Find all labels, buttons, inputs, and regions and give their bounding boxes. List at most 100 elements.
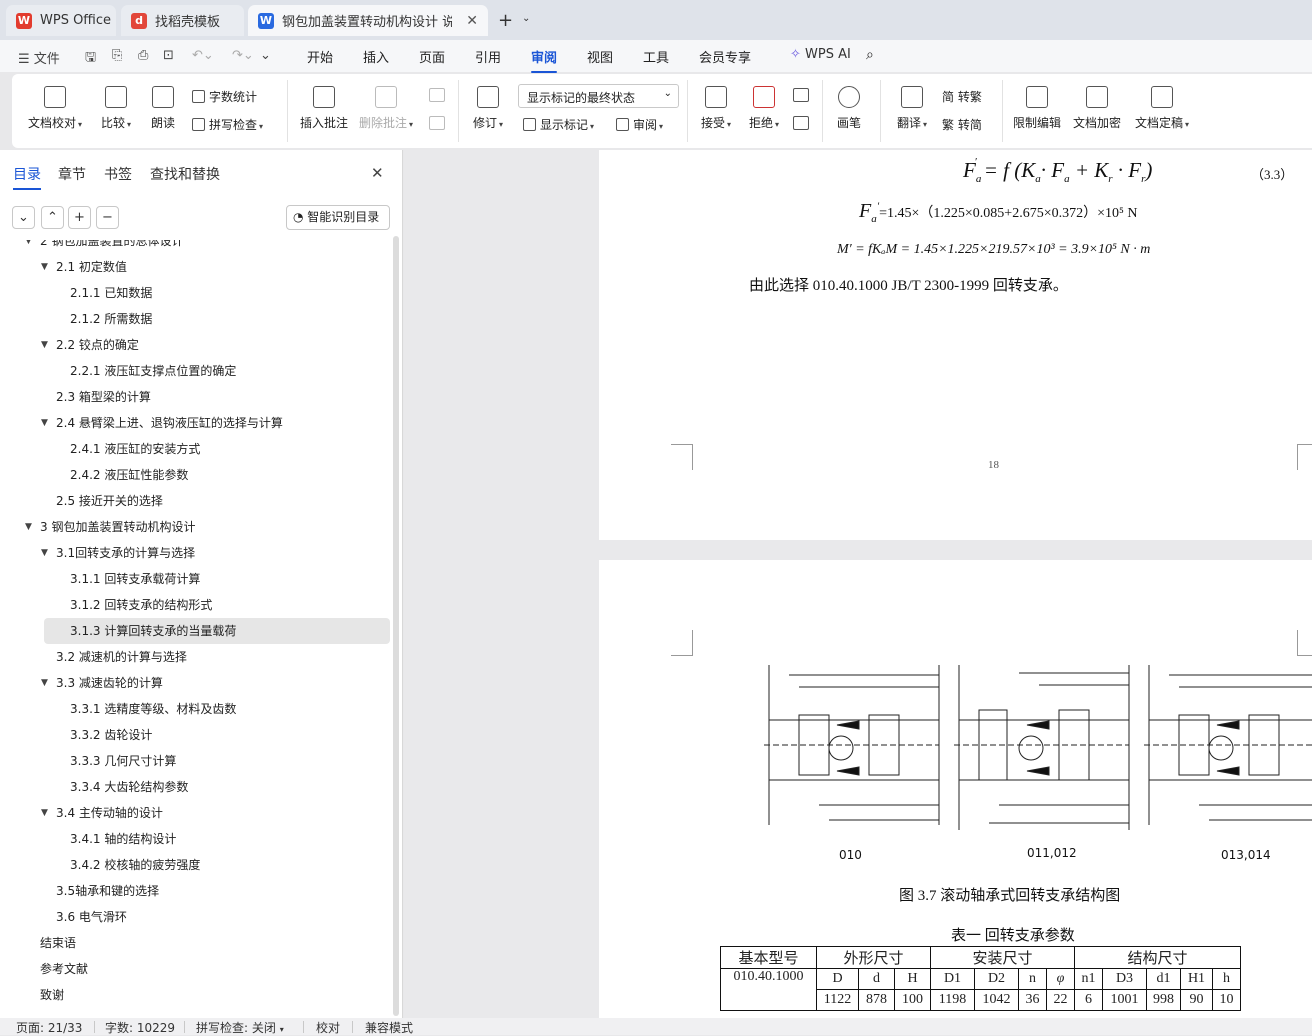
toc-item[interactable]: 2.2.1 液压缸支撑点位置的确定	[0, 358, 390, 384]
tab-find-replace[interactable]: 查找和替换	[150, 164, 220, 184]
next-change-icon[interactable]	[793, 116, 809, 130]
undo-icon[interactable]: ↶⌄	[192, 48, 214, 63]
collapse-up-icon[interactable]: ⌃	[41, 206, 64, 229]
toc-item[interactable]: ▼ 2 钢包加盖装置的总体设计	[0, 240, 390, 254]
spell-check-status[interactable]: 拼写检查: 关闭 ▾	[196, 1019, 284, 1036]
prev-comment-icon[interactable]	[429, 88, 445, 102]
expand-arrow-icon[interactable]: ▼	[41, 670, 48, 696]
spell-check-button[interactable]: 拼写检查 ▾	[192, 116, 263, 133]
toc-item[interactable]: 参考文献	[0, 956, 390, 982]
tab-wps-office[interactable]: W WPS Office	[6, 5, 116, 36]
toc-item[interactable]: 3.3.1 选精度等级、材料及齿数	[0, 696, 390, 722]
show-markup-button[interactable]: 显示标记 ▾	[523, 116, 594, 133]
tab-bookmarks[interactable]: 书签	[104, 164, 132, 184]
print-icon[interactable]: ⎙	[138, 48, 148, 63]
review-pane-button[interactable]: 审阅 ▾	[616, 116, 663, 133]
toc-item[interactable]: ▼ 3 钢包加盖装置转动机构设计	[0, 514, 390, 540]
tab-toc[interactable]: 目录	[13, 164, 41, 190]
tab-sections[interactable]: 章节	[58, 164, 86, 184]
doc-check-button[interactable]: 文档校对 ▾	[26, 86, 84, 131]
smart-toc-button[interactable]: ◔ 智能识别目录	[286, 205, 390, 230]
next-comment-icon[interactable]	[429, 116, 445, 130]
close-tab-icon[interactable]: ✕	[466, 13, 478, 29]
menu-membership[interactable]: 会员专享	[699, 47, 751, 66]
tab-document[interactable]: W 钢包加盖装置转动机构设计 说 ✕	[248, 5, 488, 36]
toc-item[interactable]: ▼ 2.4 悬臂梁上进、退钩液压缸的选择与计算	[0, 410, 390, 436]
expand-arrow-icon[interactable]: ▼	[41, 410, 48, 436]
redo-icon[interactable]: ↷⌄	[232, 48, 254, 63]
word-count-indicator[interactable]: 字数: 10229	[105, 1019, 175, 1036]
toc-item[interactable]: 3.1.2 回转支承的结构形式	[0, 592, 390, 618]
new-tab-icon[interactable]: +	[498, 10, 513, 31]
markup-mode-select[interactable]: 显示标记的最终状态 ⌄	[518, 84, 679, 108]
pen-button[interactable]: 画笔	[834, 86, 864, 131]
expand-arrow-icon[interactable]: ▼	[25, 240, 32, 254]
simplified-to-traditional-button[interactable]: 简 转繁	[942, 88, 982, 105]
remove-heading-icon[interactable]: −	[96, 206, 119, 229]
delete-comment-button[interactable]: 删除批注 ▾	[358, 86, 414, 131]
toc-item[interactable]: 2.3 箱型梁的计算	[0, 384, 390, 410]
page-indicator[interactable]: 页面: 21/33	[16, 1019, 82, 1036]
toc-item[interactable]: 3.2 减速机的计算与选择	[0, 644, 390, 670]
expand-arrow-icon[interactable]: ▼	[41, 540, 48, 566]
toc-item[interactable]: 3.6 电气滑环	[0, 904, 390, 930]
menu-start[interactable]: 开始	[307, 47, 333, 66]
search-icon[interactable]: ⌕	[866, 47, 874, 63]
expand-arrow-icon[interactable]: ▼	[41, 800, 48, 826]
toc-item[interactable]: ▼ 3.3 减速齿轮的计算	[0, 670, 390, 696]
toc-item[interactable]: ▼ 2.2 铰点的确定	[0, 332, 390, 358]
restrict-edit-button[interactable]: 限制编辑	[1012, 86, 1062, 131]
scrollbar[interactable]	[393, 236, 399, 1016]
tab-docer-templates[interactable]: d 找稻壳模板	[121, 5, 244, 36]
expand-arrow-icon[interactable]: ▼	[25, 514, 32, 540]
toc-item[interactable]: 3.3.4 大齿轮结构参数	[0, 774, 390, 800]
insert-comment-button[interactable]: 插入批注	[298, 86, 350, 131]
accept-button[interactable]: 接受 ▾	[698, 86, 734, 131]
close-pane-icon[interactable]: ✕	[371, 164, 384, 182]
toc-item[interactable]: 3.4.2 校核轴的疲劳强度	[0, 852, 390, 878]
proofread-status[interactable]: 校对	[316, 1019, 340, 1036]
menu-references[interactable]: 引用	[475, 47, 501, 66]
collapse-down-icon[interactable]: ⌄	[12, 206, 35, 229]
toc-item[interactable]: ▼ 2.1 初定数值	[0, 254, 390, 280]
toc-item[interactable]: 2.1.1 已知数据	[0, 280, 390, 306]
word-count-button[interactable]: 字数统计	[192, 88, 257, 105]
toc-item[interactable]: 2.1.2 所需数据	[0, 306, 390, 332]
print-preview-icon[interactable]: ⊡	[163, 48, 174, 63]
wps-ai-button[interactable]: ✧ WPS AI	[790, 47, 851, 62]
toc-item[interactable]: 3.4.1 轴的结构设计	[0, 826, 390, 852]
track-changes-button[interactable]: 修订 ▾	[468, 86, 508, 131]
toc-item[interactable]: 2.4.1 液压缸的安装方式	[0, 436, 390, 462]
translate-button[interactable]: 翻译 ▾	[892, 86, 932, 131]
toc-item[interactable]: ▼ 3.1回转支承的计算与选择	[0, 540, 390, 566]
tab-list-chevron-icon[interactable]: ⌄	[522, 13, 530, 24]
toc-item[interactable]: ▼ 3.4 主传动轴的设计	[0, 800, 390, 826]
expand-arrow-icon[interactable]: ▼	[41, 254, 48, 280]
traditional-to-simplified-button[interactable]: 繁 转简	[942, 116, 982, 133]
toc-item[interactable]: 结束语	[0, 930, 390, 956]
finalize-doc-button[interactable]: 文档定稿 ▾	[1132, 86, 1192, 131]
toc-item[interactable]: 3.3.2 齿轮设计	[0, 722, 390, 748]
menu-tools[interactable]: 工具	[643, 47, 669, 66]
file-menu[interactable]: ☰ 文件	[18, 48, 60, 67]
share-icon[interactable]: ⎘	[112, 48, 122, 63]
reject-button[interactable]: 拒绝 ▾	[746, 86, 782, 131]
toc-item[interactable]: 2.5 接近开关的选择	[0, 488, 390, 514]
toc-item[interactable]: 3.3.3 几何尺寸计算	[0, 748, 390, 774]
toc-item[interactable]: 致谢	[0, 982, 390, 1008]
add-heading-icon[interactable]: +	[68, 206, 91, 229]
menu-insert[interactable]: 插入	[363, 47, 389, 66]
encrypt-doc-button[interactable]: 文档加密	[1072, 86, 1122, 131]
toc-item[interactable]: 3.5轴承和键的选择	[0, 878, 390, 904]
read-aloud-button[interactable]: 朗读	[148, 86, 178, 131]
compare-button[interactable]: 比较 ▾	[96, 86, 136, 131]
toc-item[interactable]: 2.4.2 液压缸性能参数	[0, 462, 390, 488]
more-chevron-icon[interactable]: ⌄	[260, 48, 271, 63]
prev-change-icon[interactable]	[793, 88, 809, 102]
expand-arrow-icon[interactable]: ▼	[41, 332, 48, 358]
menu-page[interactable]: 页面	[419, 47, 445, 66]
menu-review[interactable]: 审阅	[531, 47, 558, 73]
toc-item[interactable]: 3.1.3 计算回转支承的当量载荷	[44, 618, 390, 644]
toc-item[interactable]: 3.1.1 回转支承载荷计算	[0, 566, 390, 592]
save-icon[interactable]: 🖫	[85, 48, 96, 70]
